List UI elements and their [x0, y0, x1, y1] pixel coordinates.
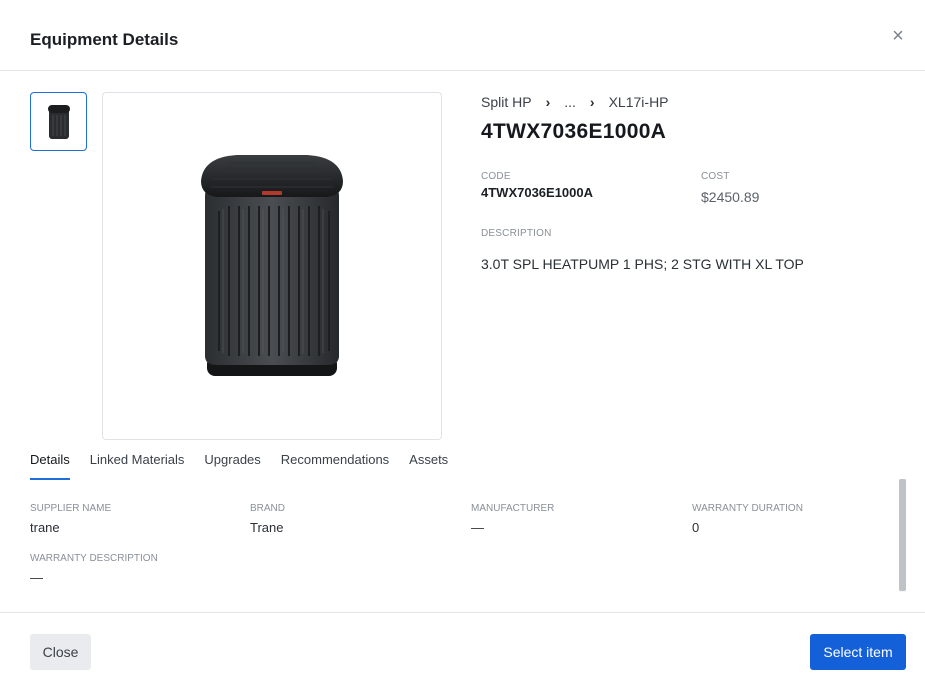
- tab-assets[interactable]: Assets: [409, 450, 448, 480]
- description-label: DESCRIPTION: [481, 228, 552, 239]
- heat-pump-image: [201, 155, 343, 376]
- product-model-title: 4TWX7036E1000A: [481, 120, 667, 143]
- supplier-name-value: trane: [30, 520, 60, 535]
- brand-value: Trane: [250, 520, 284, 535]
- close-button[interactable]: Close: [30, 634, 91, 670]
- scrollbar-thumb[interactable]: [899, 479, 906, 591]
- tab-upgrades[interactable]: Upgrades: [204, 450, 260, 480]
- warranty-description-value: —: [30, 570, 43, 585]
- tab-linked-materials[interactable]: Linked Materials: [90, 450, 185, 480]
- equipment-details-modal: Equipment Details × Split HP › ... › XL1…: [0, 0, 925, 698]
- details-tabs: Details Linked Materials Upgrades Recomm…: [30, 450, 468, 480]
- select-item-button[interactable]: Select item: [810, 634, 906, 670]
- code-label: CODE: [481, 171, 511, 182]
- cost-label: COST: [701, 171, 730, 182]
- product-image-frame: [102, 92, 442, 440]
- warranty-description-label: WARRANTY DESCRIPTION: [30, 553, 158, 564]
- breadcrumb: Split HP › ... › XL17i-HP: [481, 94, 669, 110]
- cost-value: $2450.89: [701, 189, 760, 205]
- close-icon[interactable]: ×: [889, 26, 907, 46]
- brand-label: BRAND: [250, 503, 286, 514]
- breadcrumb-item-ellipsis[interactable]: ...: [564, 94, 576, 110]
- breadcrumb-item-category[interactable]: Split HP: [481, 94, 532, 110]
- tab-details[interactable]: Details: [30, 450, 70, 480]
- warranty-duration-value: 0: [692, 520, 700, 535]
- image-thumbnail[interactable]: [30, 92, 87, 151]
- description-value: 3.0T SPL HEATPUMP 1 PHS; 2 STG WITH XL T…: [481, 256, 804, 272]
- heat-pump-thumbnail-image: [47, 104, 70, 139]
- modal-footer: [0, 612, 925, 699]
- breadcrumb-item-series[interactable]: XL17i-HP: [609, 94, 669, 110]
- code-value: 4TWX7036E1000A: [481, 185, 594, 200]
- modal-header: Equipment Details ×: [0, 0, 925, 71]
- manufacturer-value: —: [471, 520, 484, 535]
- modal-title: Equipment Details: [30, 30, 179, 49]
- tab-recommendations[interactable]: Recommendations: [281, 450, 389, 480]
- supplier-name-label: SUPPLIER NAME: [30, 503, 112, 514]
- manufacturer-label: MANUFACTURER: [471, 503, 555, 514]
- warranty-duration-label: WARRANTY DURATION: [692, 503, 803, 514]
- chevron-right-icon: ›: [545, 94, 551, 110]
- chevron-right-icon: ›: [589, 94, 595, 110]
